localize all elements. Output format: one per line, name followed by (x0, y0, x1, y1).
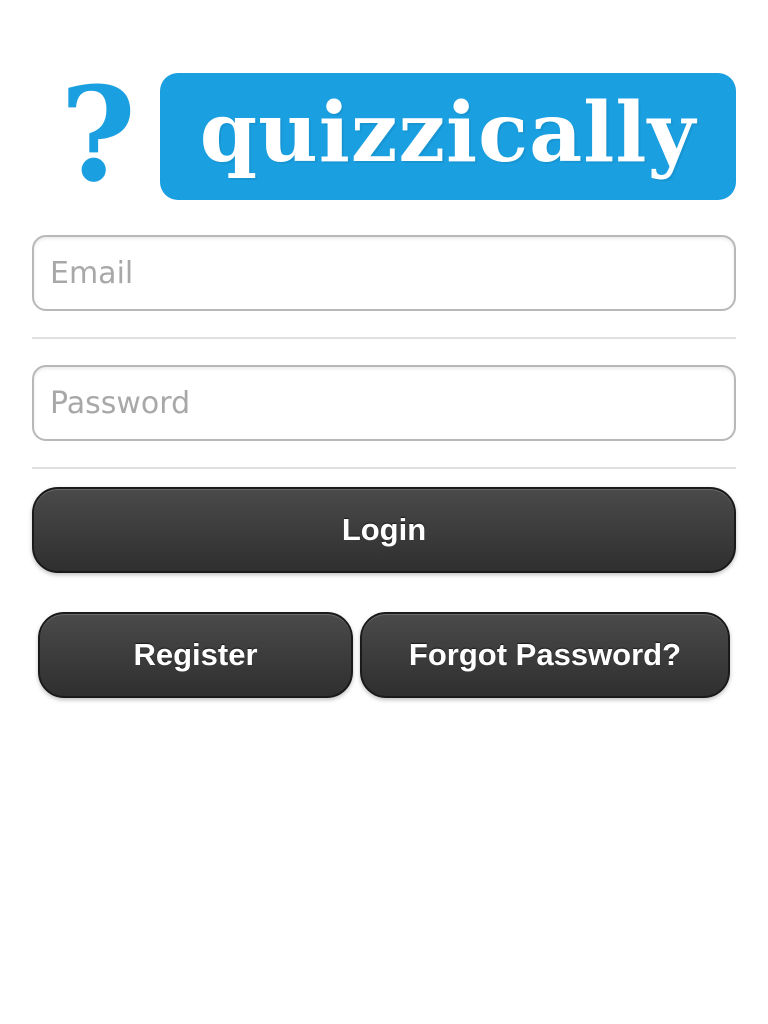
question-mark-icon: ? (59, 58, 137, 211)
divider (32, 337, 736, 339)
login-screen: ? quizzically Login Register Forgot Pass… (0, 0, 768, 1024)
logo-text: quizzically (199, 84, 697, 181)
register-button[interactable]: Register (38, 612, 353, 698)
password-field[interactable] (32, 365, 736, 441)
divider (32, 467, 736, 469)
email-field[interactable] (32, 235, 736, 311)
logo-banner: quizzically (160, 73, 736, 200)
forgot-password-button[interactable]: Forgot Password? (360, 612, 730, 698)
login-button[interactable]: Login (32, 487, 736, 573)
